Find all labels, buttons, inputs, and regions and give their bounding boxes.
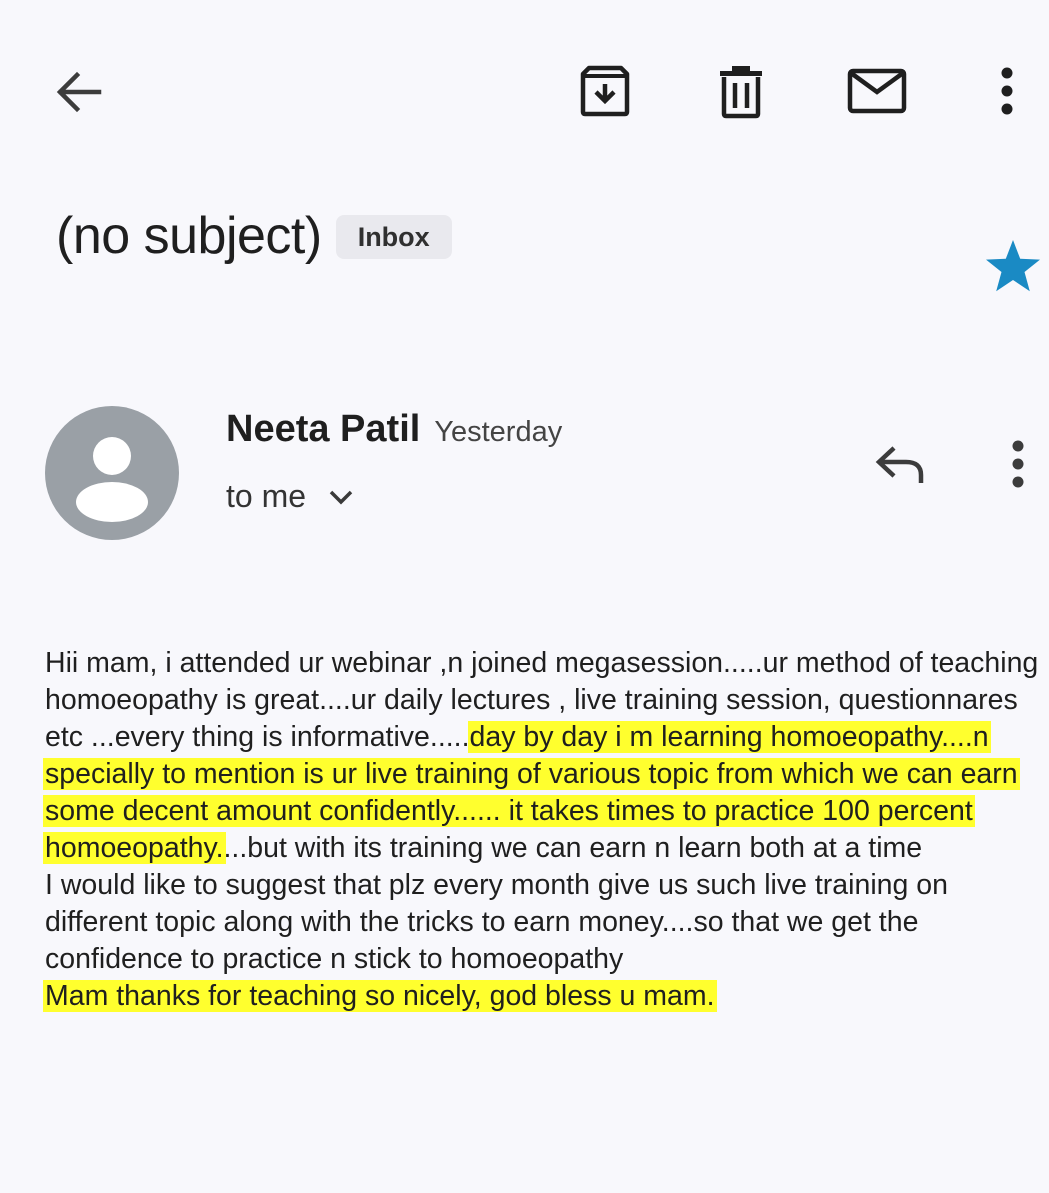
archive-button[interactable] — [572, 58, 638, 124]
arrow-left-icon — [56, 71, 102, 113]
sender-name[interactable]: Neeta Patil — [226, 408, 420, 451]
reply-button[interactable] — [866, 434, 934, 494]
body-paragraph: Mam thanks for teaching so nicely, god b… — [43, 978, 1040, 1015]
trash-icon — [720, 66, 762, 119]
back-button[interactable] — [46, 62, 110, 122]
message-time: Yesterday — [434, 416, 563, 448]
label-chip-inbox[interactable]: Inbox — [335, 215, 452, 259]
body-text-segment: I would like to suggest that plz every m… — [45, 869, 948, 975]
star-button[interactable] — [980, 236, 1046, 296]
mail-icon — [847, 68, 907, 114]
mark-unread-button[interactable] — [842, 58, 912, 124]
delete-button[interactable] — [708, 58, 774, 124]
sender-row: Neeta Patil Yesterday — [226, 408, 562, 451]
reply-icon — [875, 446, 924, 483]
more-options-button[interactable] — [986, 58, 1028, 124]
more-vert-icon — [1001, 67, 1013, 115]
message-more-button[interactable] — [996, 432, 1040, 496]
recipient-row[interactable]: to me — [226, 478, 356, 515]
avatar[interactable] — [45, 406, 179, 540]
person-icon — [76, 437, 148, 522]
body-paragraph: Hii mam, i attended ur webinar ,n joined… — [43, 645, 1040, 867]
chevron-down-icon[interactable] — [326, 482, 356, 512]
message-body: Hii mam, i attended ur webinar ,n joined… — [43, 645, 1040, 1015]
email-subject: (no subject) — [56, 207, 322, 265]
more-vert-icon — [1012, 440, 1024, 488]
body-paragraph: I would like to suggest that plz every m… — [45, 867, 1040, 978]
body-text-segment: ...but with its training we can earn n l… — [223, 832, 923, 864]
subject-row: (no subject) Inbox — [56, 206, 452, 266]
archive-icon — [580, 65, 630, 117]
recipient-label[interactable]: to me — [226, 478, 306, 515]
highlighted-text: Mam thanks for teaching so nicely, god b… — [43, 980, 717, 1012]
star-icon — [986, 240, 1040, 292]
